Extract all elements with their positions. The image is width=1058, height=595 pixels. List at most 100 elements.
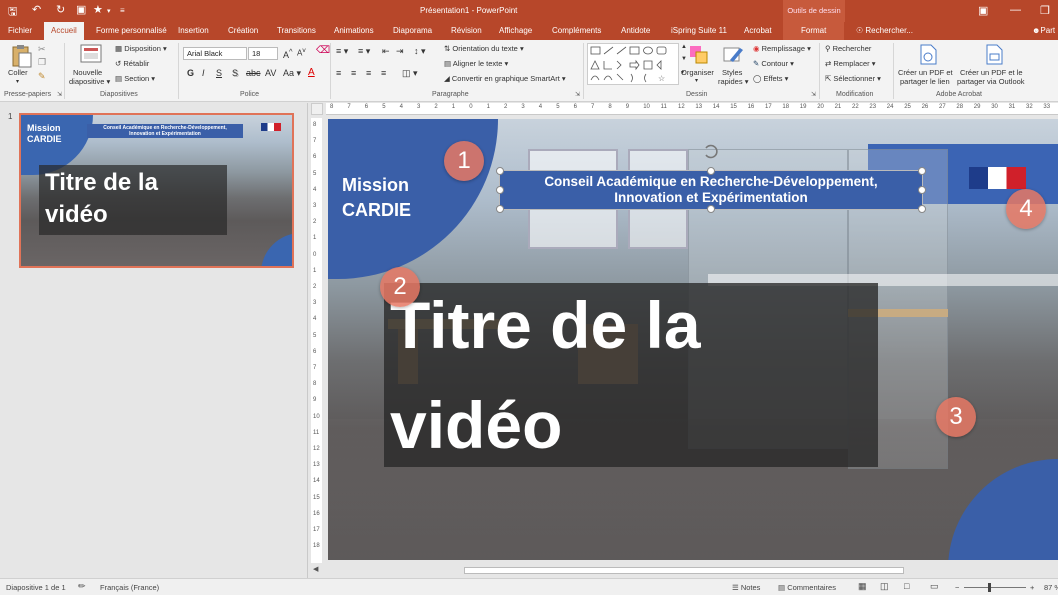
zoom-slider-thumb[interactable] — [988, 583, 991, 592]
undo-icon[interactable]: ↶ — [32, 3, 41, 16]
zoom-in-icon[interactable]: + — [1030, 583, 1034, 592]
pdf-outlook-button[interactable]: partager via Outlook — [957, 77, 1025, 86]
tab-slideshow[interactable]: Diaporama — [393, 26, 432, 35]
video-title-line-1[interactable]: Titre de la — [390, 287, 701, 363]
shadow-icon[interactable]: S — [232, 68, 238, 78]
align-left-icon[interactable]: ≡ — [336, 68, 341, 78]
italic-icon[interactable]: I — [202, 68, 205, 78]
pdf-outlook-label-1[interactable]: Créer un PDF et le — [960, 68, 1023, 77]
columns-icon[interactable]: ◫ ▾ — [402, 68, 418, 79]
scroll-left-icon[interactable]: ◀ — [313, 565, 318, 573]
align-center-icon[interactable]: ≡ — [351, 68, 356, 78]
find-button[interactable]: ⚲ Rechercher — [825, 44, 871, 53]
strikethrough-icon[interactable]: abc — [246, 68, 261, 78]
slide-cardie-text[interactable]: CARDIE — [342, 200, 411, 221]
cut-icon[interactable]: ✂ — [38, 44, 46, 55]
underline-icon[interactable]: S — [216, 68, 222, 78]
normal-view-icon[interactable]: ▦ — [858, 581, 867, 592]
quick-styles-label-1[interactable]: Styles — [722, 68, 742, 77]
spacing-icon[interactable]: AV — [265, 68, 276, 78]
notes-button[interactable]: ☰ Notes — [732, 583, 760, 592]
slide-sorter-icon[interactable]: ◫ — [880, 581, 889, 592]
pdf-outlook-icon[interactable] — [984, 44, 1004, 66]
pdf-link-button[interactable]: partager le lien — [900, 77, 950, 86]
bullets-icon[interactable]: ≡ ▾ — [336, 46, 348, 57]
search-box[interactable]: ☉ Rechercher... — [856, 26, 913, 35]
tab-review[interactable]: Révision — [451, 26, 482, 35]
align-right-icon[interactable]: ≡ — [366, 68, 371, 78]
pdf-link-label-1[interactable]: Créer un PDF et — [898, 68, 953, 77]
customize-icon[interactable]: ≡ — [120, 6, 125, 15]
format-painter-icon[interactable]: ✎ — [38, 71, 46, 82]
bold-icon[interactable]: G — [187, 68, 194, 78]
line-spacing-icon[interactable]: ↕ ▾ — [414, 46, 426, 57]
quick-styles-icon[interactable] — [722, 44, 744, 66]
justify-icon[interactable]: ≡ — [381, 68, 386, 78]
shape-fill-button[interactable]: ◉ Remplissage ▾ — [753, 44, 811, 53]
reset-button[interactable]: ↺ Rétablir — [115, 59, 149, 68]
paste-dropdown-icon[interactable]: ▾ — [16, 78, 19, 87]
increase-indent-icon[interactable]: ⇥ — [396, 46, 404, 57]
tab-transitions[interactable]: Transitions — [277, 26, 316, 35]
increase-font-icon[interactable]: A^ — [283, 47, 293, 60]
new-slide-button[interactable]: diapositive — [69, 77, 104, 86]
video-title-line-2[interactable]: vidéo — [390, 387, 562, 463]
new-slide-label-2[interactable]: diapositive ▾ — [69, 77, 110, 86]
comments-button[interactable]: ▤ Commentaires — [778, 583, 836, 592]
paste-button[interactable]: Coller — [8, 68, 28, 77]
shape-outline-button[interactable]: ✎ Contour ▾ — [753, 59, 794, 68]
redo-icon[interactable]: ↻ — [56, 3, 65, 16]
font-size-combo[interactable]: 18 — [248, 47, 278, 60]
paste-icon[interactable] — [10, 44, 32, 68]
zoom-out-icon[interactable]: − — [955, 583, 959, 592]
slide[interactable]: Mission CARDIE Conseil Académique en Rec… — [328, 119, 1058, 560]
minimize-icon[interactable]: — — [1010, 4, 1021, 16]
star-icon[interactable]: ★ — [93, 3, 103, 16]
new-slide-label-1[interactable]: Nouvelle — [73, 68, 102, 77]
new-slide-icon[interactable] — [80, 44, 102, 64]
tab-insert[interactable]: Insertion — [178, 26, 209, 35]
replace-button[interactable]: ⇄ Remplacer ▾ — [825, 59, 876, 68]
change-case-icon[interactable]: Aa ▾ — [283, 68, 301, 79]
ribbon-display-icon[interactable]: ▣ — [978, 4, 988, 17]
align-text-button[interactable]: ▤ Aligner le texte ▾ — [444, 59, 508, 68]
decrease-font-icon[interactable]: Av — [297, 47, 306, 58]
tab-animations[interactable]: Animations — [334, 26, 374, 35]
spellcheck-icon[interactable]: ✏ — [78, 581, 86, 592]
select-button[interactable]: ⇱ Sélectionner ▾ — [825, 74, 881, 83]
reading-view-icon[interactable]: □ — [904, 581, 909, 591]
restore-icon[interactable]: ❐ — [1040, 4, 1050, 17]
drawing-launcher-icon[interactable]: ⇲ — [811, 91, 816, 98]
gallery-down-icon[interactable]: ▼ — [681, 56, 687, 62]
tab-view[interactable]: Affichage — [499, 26, 532, 35]
zoom-level[interactable]: 87 % — [1044, 583, 1058, 592]
tab-ispring[interactable]: iSpring Suite 11 — [671, 26, 727, 35]
arrange-button[interactable]: Organiser — [681, 68, 714, 77]
pdf-link-icon[interactable] — [918, 44, 938, 66]
gallery-up-icon[interactable]: ▲ — [681, 44, 687, 50]
tab-acrobat[interactable]: Acrobat — [744, 26, 772, 35]
smartart-button[interactable]: ◢ Convertir en graphique SmartArt ▾ — [444, 74, 566, 83]
text-direction-button[interactable]: ⇅ Orientation du texte ▾ — [444, 44, 524, 53]
language-indicator[interactable]: Français (France) — [100, 583, 159, 592]
tab-design[interactable]: Création — [228, 26, 258, 35]
decrease-indent-icon[interactable]: ⇤ — [382, 46, 390, 57]
font-name-combo[interactable]: Arial Black — [183, 47, 247, 60]
slideshow-view-icon[interactable]: ▭ — [930, 581, 939, 592]
quick-styles-button[interactable]: rapides ▾ — [718, 77, 748, 86]
save-icon[interactable]: 🖫 — [8, 3, 17, 22]
paragraph-launcher-icon[interactable]: ⇲ — [575, 91, 580, 98]
clipboard-launcher-icon[interactable]: ⇲ — [57, 91, 62, 98]
numbering-icon[interactable]: ≡ ▾ — [358, 46, 370, 57]
scrollbar-thumb[interactable] — [464, 567, 904, 574]
tab-antidote[interactable]: Antidote — [621, 26, 650, 35]
horizontal-ruler[interactable]: 8 7 6 5 4 3 2 1 0 1 2 3 4 5 6 7 8 9 10 11 12 13 14 15 16 17 18 19 20… — [326, 103, 1058, 115]
clear-format-icon[interactable]: ⌫ — [316, 45, 330, 56]
tab-custom-shape[interactable]: Forme personnalisé — [96, 26, 167, 35]
zoom-slider[interactable] — [964, 587, 1026, 588]
shapes-gallery[interactable]: ☆ — [587, 43, 679, 85]
tab-home[interactable]: Accueil — [44, 22, 84, 40]
horizontal-scrollbar[interactable]: ◀ — [310, 565, 1058, 576]
shape-effects-button[interactable]: ◯ Effets ▾ — [753, 74, 788, 83]
slide-mission-text[interactable]: Mission — [342, 175, 409, 196]
